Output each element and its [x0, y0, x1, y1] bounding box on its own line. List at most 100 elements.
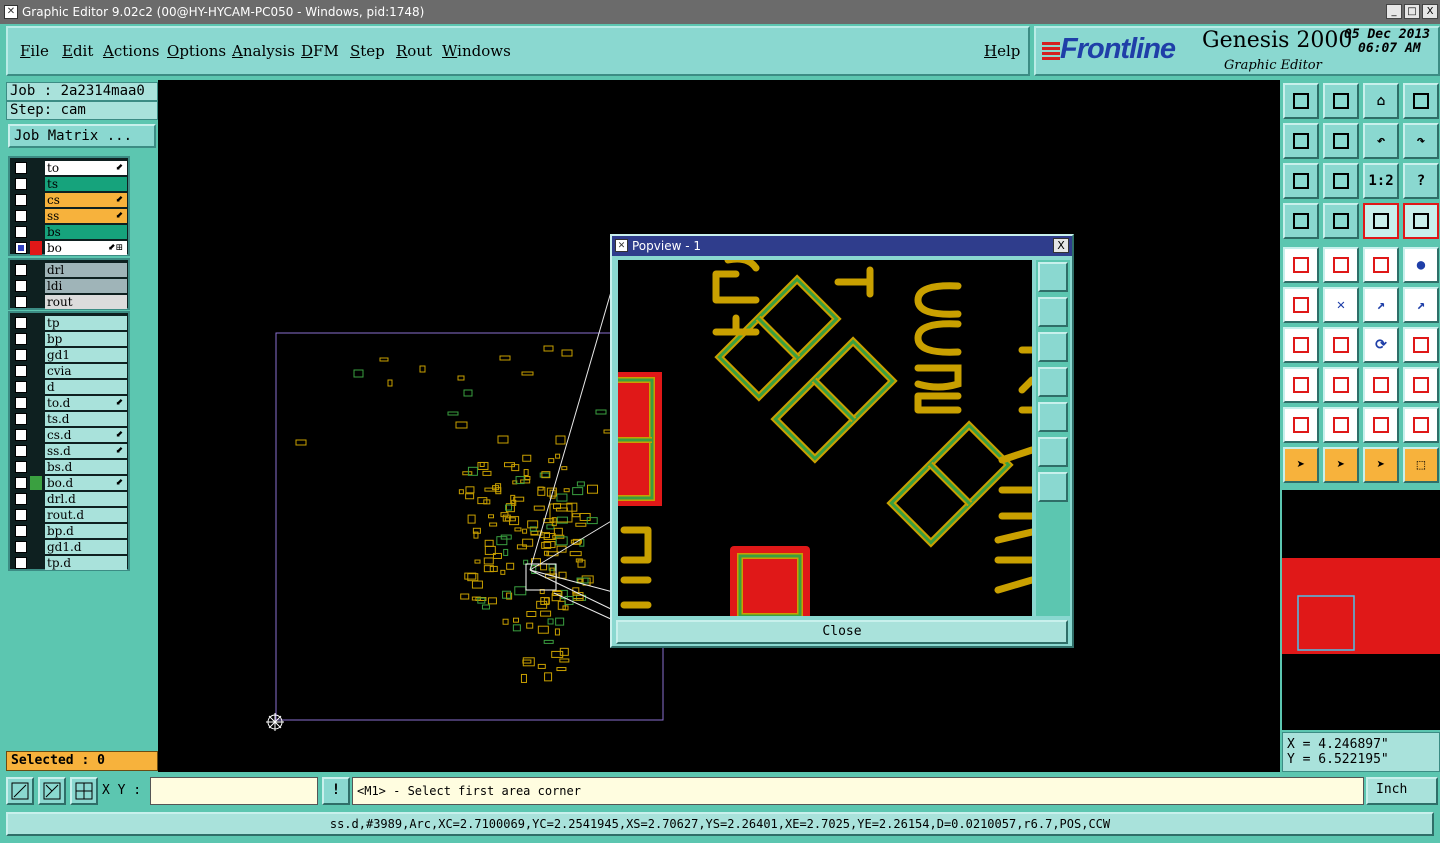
menu-help[interactable]: Help [984, 42, 1020, 60]
zoom-area-button[interactable] [6, 777, 34, 805]
pointer-button[interactable]: ➤ [1283, 447, 1319, 483]
maximize-button[interactable]: □ [1404, 4, 1420, 19]
layer-name[interactable]: rout [45, 295, 127, 309]
layer-checkbox[interactable] [15, 333, 27, 345]
snap-button[interactable] [38, 777, 66, 805]
layer-row-cs[interactable]: cs ⬋ [10, 192, 128, 208]
popview-close-button[interactable]: Close [616, 620, 1068, 644]
layer-checkbox[interactable] [15, 397, 27, 409]
save-button[interactable] [1323, 83, 1359, 119]
rotate-button[interactable]: ⟳ [1363, 327, 1399, 363]
layer-name[interactable]: cs.d ⬋ [45, 428, 127, 442]
layer-checkbox[interactable] [15, 557, 27, 569]
layer-checkbox[interactable] [15, 296, 27, 308]
pan-left-button[interactable] [1283, 123, 1319, 159]
stretch-button[interactable] [1363, 367, 1399, 403]
layer-row-ss[interactable]: ss ⬋ [10, 208, 128, 224]
layer-name[interactable]: ss ⬋ [45, 209, 127, 223]
layer-row-cs-d[interactable]: cs.d ⬋ [10, 427, 128, 443]
layer-row-drl-d[interactable]: drl.d [10, 491, 128, 507]
layer-row-d[interactable]: d [10, 379, 128, 395]
draw-button[interactable] [1323, 247, 1359, 283]
layer-name[interactable]: cs ⬋ [45, 193, 127, 207]
layer-checkbox[interactable] [15, 349, 27, 361]
layer-checkbox[interactable] [15, 413, 27, 425]
layer-row-to-d[interactable]: to.d ⬋ [10, 395, 128, 411]
menu-file[interactable]: File [20, 42, 49, 60]
layer-row-bs[interactable]: bs [10, 224, 128, 240]
layer-checkbox[interactable] [15, 525, 27, 537]
scale-1-2-button[interactable]: 1:2 [1363, 163, 1399, 199]
layer-row-bp[interactable]: bp [10, 331, 128, 347]
layer-checkbox[interactable] [15, 429, 27, 441]
layer-row-tp-d[interactable]: tp.d [10, 555, 128, 571]
layer-name[interactable]: bo.d ⬋ [45, 476, 127, 490]
pad-button[interactable] [1283, 367, 1319, 403]
job-matrix-button[interactable]: Job Matrix ... [8, 124, 156, 148]
minimap[interactable] [1282, 490, 1440, 730]
layer-row-tp[interactable]: tp [10, 315, 128, 331]
redo-button[interactable]: ↷ [1403, 123, 1439, 159]
layer-checkbox[interactable] [15, 194, 27, 206]
layer-checkbox[interactable] [15, 162, 27, 174]
help-button[interactable]: ? [1403, 163, 1439, 199]
popview-pan-down-button[interactable] [1038, 332, 1068, 362]
layer-name[interactable]: bs.d [45, 460, 127, 474]
layer-name[interactable]: bp [45, 332, 127, 346]
layer-checkbox[interactable] [15, 317, 27, 329]
layer-name[interactable]: drl [45, 263, 127, 277]
select-point-button[interactable] [1283, 247, 1319, 283]
layer-checkbox[interactable] [15, 541, 27, 553]
menu-rout[interactable]: Rout [396, 42, 432, 60]
layer-checkbox[interactable] [15, 493, 27, 505]
menu-options[interactable]: Options [167, 42, 226, 60]
layer-row-ts[interactable]: ts [10, 176, 128, 192]
popview-canvas[interactable] [618, 260, 1032, 616]
layer-row-ss-d[interactable]: ss.d ⬋ [10, 443, 128, 459]
layer-checkbox[interactable] [15, 509, 27, 521]
layer-name[interactable]: drl.d [45, 492, 127, 506]
layer-name[interactable]: ts [45, 177, 127, 191]
group-button[interactable] [1403, 367, 1439, 403]
menu-windows[interactable]: Windows [442, 42, 511, 60]
line-button[interactable] [1283, 327, 1319, 363]
layer-checkbox[interactable] [15, 381, 27, 393]
layer-row-ts-d[interactable]: ts.d [10, 411, 128, 427]
layer-name[interactable]: bp.d [45, 524, 127, 538]
step-button[interactable]: ⬚ [1403, 447, 1439, 483]
a-arc-button[interactable] [1363, 407, 1399, 443]
layer-name[interactable]: gd1 [45, 348, 127, 362]
layer-row-rout-d[interactable]: rout.d [10, 507, 128, 523]
layers-alt-button[interactable] [1403, 203, 1439, 239]
delete-button[interactable]: ✕ [1323, 287, 1359, 323]
triangle-button[interactable] [1283, 407, 1319, 443]
mirror-button[interactable] [1403, 327, 1439, 363]
popview-zoom-fit-button[interactable] [1038, 262, 1068, 292]
layer-row-gd1-d[interactable]: gd1.d [10, 539, 128, 555]
layer-row-bp-d[interactable]: bp.d [10, 523, 128, 539]
layer-name[interactable]: to ⬋ [45, 161, 127, 175]
popview-zoom-in-button[interactable] [1038, 472, 1068, 502]
pan-right-button[interactable] [1323, 123, 1359, 159]
layer-row-rout[interactable]: rout [10, 294, 128, 310]
layer-checkbox[interactable] [15, 477, 27, 489]
close-window-button[interactable]: X [1422, 4, 1438, 19]
tools-button[interactable] [1283, 203, 1319, 239]
layer-row-cvia[interactable]: cvia [10, 363, 128, 379]
layer-name[interactable]: ts.d [45, 412, 127, 426]
layer-checkbox[interactable] [15, 264, 27, 276]
connect-button[interactable] [1283, 287, 1319, 323]
copy-button[interactable]: ↗ [1403, 287, 1439, 323]
a-line-button[interactable] [1403, 407, 1439, 443]
pointer-box-button[interactable]: ➤ [1323, 447, 1359, 483]
grid-button[interactable] [70, 777, 98, 805]
open-button[interactable] [1283, 83, 1319, 119]
layer-row-to[interactable]: to ⬋ [10, 160, 128, 176]
zoom-fit-button[interactable] [1283, 163, 1319, 199]
unit-selector[interactable]: Inch [1366, 777, 1438, 805]
minimize-button[interactable]: _ [1386, 4, 1402, 19]
popview-pan-right-button[interactable] [1038, 402, 1068, 432]
popview-close-x-button[interactable]: X [1053, 238, 1069, 253]
menu-actions[interactable]: Actions [103, 42, 159, 60]
menu-edit[interactable]: Edit [62, 42, 93, 60]
